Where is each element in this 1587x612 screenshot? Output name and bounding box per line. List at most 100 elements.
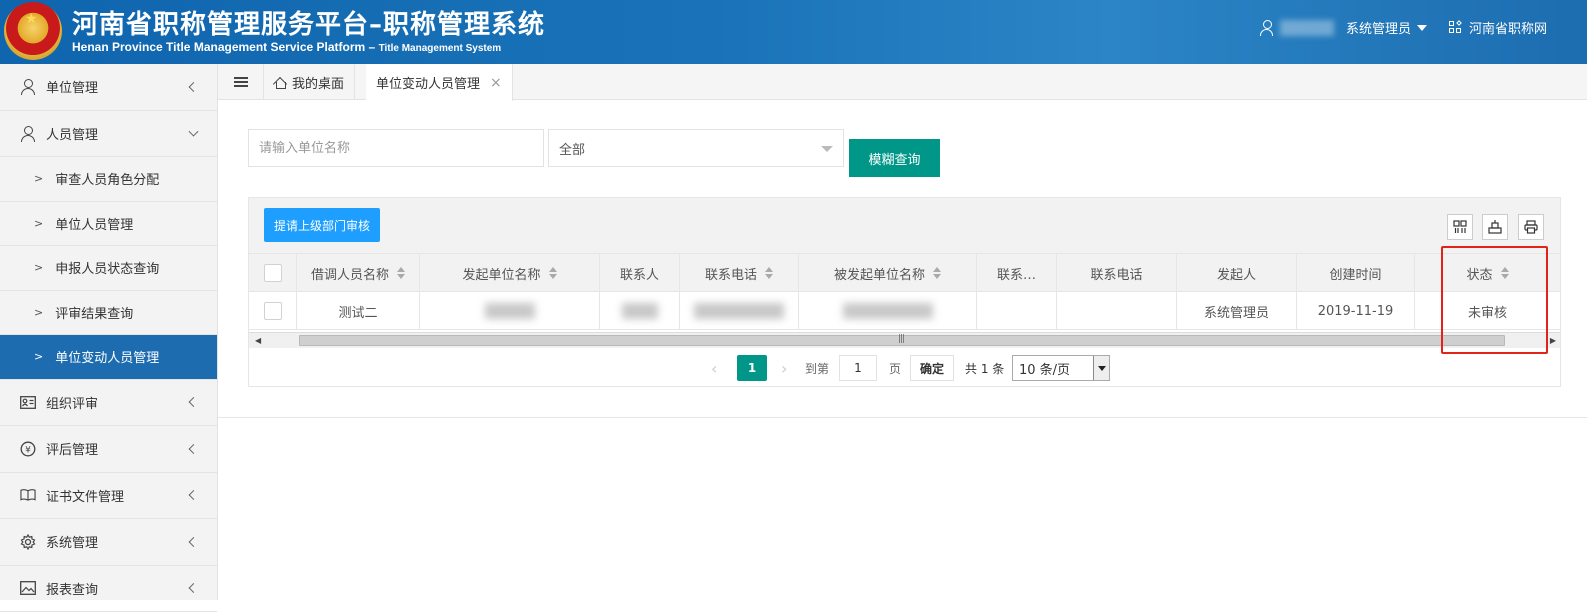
sidebar-item-label: 证书文件管理 xyxy=(46,486,124,505)
gear-icon xyxy=(20,534,36,550)
next-page-icon[interactable]: › xyxy=(781,355,787,381)
chevron-down-icon xyxy=(821,146,833,152)
submit-to-superior-button[interactable]: 提请上级部门审核 xyxy=(264,208,380,242)
site-link[interactable]: 河南省职称网 xyxy=(1469,18,1547,37)
person-icon xyxy=(21,79,35,94)
id-card-icon xyxy=(20,394,36,410)
sidebar-subitem-unit-staff[interactable]: > 单位人员管理 xyxy=(0,202,217,247)
confirm-page-button[interactable]: 确定 xyxy=(910,355,954,381)
username-redacted xyxy=(1280,20,1334,36)
tab-label: 单位变动人员管理 xyxy=(376,73,480,92)
book-icon xyxy=(20,487,36,503)
row-checkbox[interactable] xyxy=(264,302,282,320)
grip-icon: ||| xyxy=(898,334,904,344)
header-user-area: 系统管理员 河南省职称网 xyxy=(1260,18,1547,37)
chevron-down-icon xyxy=(189,127,199,137)
column-header: 创建时间 xyxy=(1297,254,1415,292)
sidebar-subitem-label: 评审结果查询 xyxy=(55,303,133,322)
horizontal-scrollbar[interactable]: ◀ ||| ▶ xyxy=(249,332,1560,348)
scroll-right-arrow-icon[interactable]: ▶ xyxy=(1550,336,1556,345)
chevron-down-icon[interactable] xyxy=(1417,25,1427,31)
column-header-label: 联系… xyxy=(997,264,1036,283)
sidebar-subitem-label: 单位变动人员管理 xyxy=(55,347,159,366)
page-number-input[interactable]: 1 xyxy=(839,355,877,381)
column-header-label: 发起单位名称 xyxy=(462,264,540,283)
tab-transferred-staff[interactable]: 单位变动人员管理 × xyxy=(366,64,513,101)
list-menu-icon xyxy=(234,77,248,87)
cell-contact-redacted xyxy=(600,292,680,330)
table-toolbar: 提请上级部门审核 xyxy=(249,198,1560,254)
sidebar-item-report-query[interactable]: 报表查询 xyxy=(0,566,217,612)
prev-page-icon[interactable]: ‹ xyxy=(711,355,717,381)
app-title-cn: 河南省职称管理服务平台–职称管理系统 xyxy=(72,4,545,41)
sidebar: 单位管理 人员管理 > 审查人员角色分配 > 单位人员管理 > 申报人员状态查询… xyxy=(0,64,218,600)
data-table-panel: 提请上级部门审核 借调人员名称 发起单位名称 联系人 联系电话 被发起单位名称 xyxy=(248,197,1561,387)
sort-icon[interactable] xyxy=(397,267,405,279)
select-all-checkbox[interactable] xyxy=(264,264,282,282)
sort-icon[interactable] xyxy=(765,267,773,279)
user-role-menu[interactable]: 系统管理员 xyxy=(1346,18,1411,37)
sidebar-item-label: 报表查询 xyxy=(46,579,98,598)
chevron-left-icon xyxy=(189,444,199,454)
sidebar-subitem-review-results[interactable]: > 评审结果查询 xyxy=(0,291,217,336)
person-icon xyxy=(21,126,35,141)
column-header[interactable]: 联系电话 xyxy=(680,254,799,292)
sidebar-item-organize-review[interactable]: 组织评审 xyxy=(0,380,217,427)
chevron-right-icon: > xyxy=(34,172,43,185)
page-size-select[interactable]: 10 条/页 xyxy=(1012,355,1110,381)
table-row[interactable]: 测试二 系统管理员 2019-11-19 未审核 xyxy=(249,292,1560,330)
column-header-label: 被发起单位名称 xyxy=(834,264,925,283)
current-page[interactable]: 1 xyxy=(737,355,767,381)
cell-target-unit-redacted xyxy=(799,292,977,330)
chevron-down-icon xyxy=(1093,356,1109,380)
sidebar-subitem-label: 单位人员管理 xyxy=(55,214,133,233)
content-divider xyxy=(218,417,1587,418)
unit-name-search-input[interactable] xyxy=(248,129,544,167)
scroll-left-arrow-icon[interactable]: ◀ xyxy=(255,336,261,345)
sort-icon[interactable] xyxy=(549,267,557,279)
chevron-left-icon xyxy=(189,537,199,547)
top-header: ★ 河南省职称管理服务平台–职称管理系统 Henan Province Titl… xyxy=(0,0,1587,64)
column-header[interactable]: 被发起单位名称 xyxy=(799,254,977,292)
sidebar-item-certificate-files[interactable]: 证书文件管理 xyxy=(0,473,217,520)
chevron-right-icon: > xyxy=(34,217,43,230)
sidebar-item-unit-management[interactable]: 单位管理 xyxy=(0,64,217,111)
column-header-label: 联系电话 xyxy=(1090,264,1142,283)
page-size-value: 10 条/页 xyxy=(1019,359,1070,378)
pagination: ‹ 1 › 到第 1 页 确定 共 1 条 10 条/页 xyxy=(249,348,1560,388)
sidebar-item-label: 系统管理 xyxy=(46,532,98,551)
app-title-en-main: Henan Province Title Management Service … xyxy=(72,40,375,54)
table-header-row: 借调人员名称 发起单位名称 联系人 联系电话 被发起单位名称 联系… 联系电话 … xyxy=(249,254,1560,292)
column-header[interactable]: 发起单位名称 xyxy=(420,254,600,292)
select-value: 全部 xyxy=(559,139,585,158)
export-icon[interactable] xyxy=(1482,214,1508,240)
close-icon[interactable]: × xyxy=(490,75,502,91)
sort-icon[interactable] xyxy=(933,267,941,279)
columns-filter-icon[interactable] xyxy=(1447,214,1473,240)
sidebar-subitem-transferred-staff[interactable]: > 单位变动人员管理 xyxy=(0,335,217,380)
sidebar-subitem-label: 审查人员角色分配 xyxy=(55,169,159,188)
print-icon[interactable] xyxy=(1518,214,1544,240)
sidebar-subitem-applicant-status[interactable]: > 申报人员状态查询 xyxy=(0,246,217,291)
chevron-left-icon xyxy=(189,583,199,593)
chevron-left-icon xyxy=(189,490,199,500)
fuzzy-query-button[interactable]: 模糊查询 xyxy=(849,139,940,177)
scrollbar-thumb[interactable]: ||| xyxy=(299,335,1505,346)
column-header-label: 发起人 xyxy=(1217,264,1256,283)
coin-icon: ¥ xyxy=(20,441,36,457)
status-select[interactable]: 全部 xyxy=(548,129,844,167)
select-all-cell xyxy=(249,254,297,292)
page-unit-label: 页 xyxy=(889,355,901,381)
column-header[interactable]: 借调人员名称 xyxy=(297,254,420,292)
sidebar-item-post-review[interactable]: ¥ 评后管理 xyxy=(0,426,217,473)
cell-initiator: 系统管理员 xyxy=(1177,292,1297,330)
app-title-en-sub: Title Management System xyxy=(379,43,502,54)
sidebar-subitem-reviewer-role[interactable]: > 审查人员角色分配 xyxy=(0,157,217,202)
cell-phone-redacted xyxy=(680,292,799,330)
menu-toggle-button[interactable] xyxy=(218,64,264,100)
sidebar-item-system-management[interactable]: 系统管理 xyxy=(0,519,217,566)
column-header: 联系… xyxy=(977,254,1057,292)
sidebar-item-personnel-management[interactable]: 人员管理 xyxy=(0,111,217,158)
user-icon xyxy=(1260,20,1274,36)
tab-my-desktop[interactable]: 我的桌面 xyxy=(264,64,355,100)
